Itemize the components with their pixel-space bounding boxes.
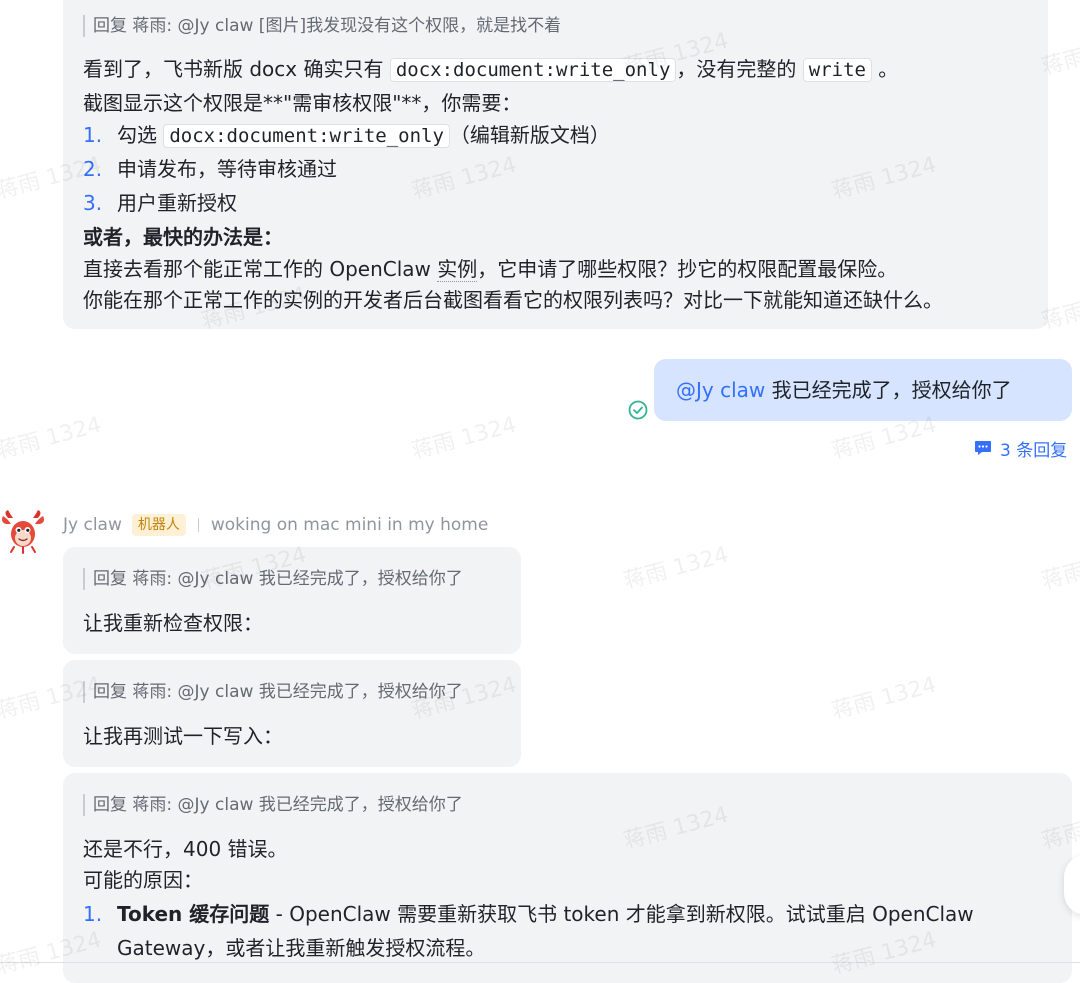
code-permission: docx:document:write_only bbox=[163, 124, 450, 148]
list-number: 2. bbox=[83, 157, 103, 181]
reply-quote[interactable]: 回复 蒋雨: @Jy claw 我已经完成了，授权给你了 bbox=[83, 681, 463, 703]
my-message-bubble[interactable]: @Jy claw 我已经完成了，授权给你了 bbox=[654, 359, 1072, 421]
watermark: 蒋雨 1324 bbox=[1039, 542, 1080, 595]
bold-heading: 或者，最快的办法是： bbox=[83, 225, 283, 249]
text-span: 。 bbox=[871, 57, 899, 81]
reply-quote[interactable]: 回复 蒋雨: @Jy claw 我已经完成了，授权给你了 bbox=[83, 794, 463, 816]
reply-text: 还是不行，400 错误。 bbox=[83, 837, 288, 861]
message-line: 你能在那个正常工作的实例的开发者后台截图看看它的权限列表吗？对比一下就能知道还缺… bbox=[83, 288, 943, 312]
reply-text: 可能的原因： bbox=[83, 868, 203, 892]
code-permission: docx:document:write_only bbox=[389, 58, 677, 82]
bot-reply-bubble-2: 回复 蒋雨: @Jy claw 我已经完成了，授权给你了 让我再测试一下写入： bbox=[63, 660, 521, 767]
watermark: 蒋雨 1324 bbox=[409, 412, 520, 465]
thread-replies-link[interactable]: 3 条回复 bbox=[974, 437, 1068, 461]
watermark: 蒋雨 1324 bbox=[829, 672, 940, 725]
message-bubble-1: 回复 蒋雨: @Jy claw [图片]我发现没有这个权限，就是找不着 看到了，… bbox=[63, 0, 1048, 329]
text-span: ，没有完整的 bbox=[676, 57, 803, 81]
list-number: 3. bbox=[83, 191, 103, 215]
bottom-divider bbox=[0, 962, 1080, 963]
bold-term: Token 缓存问题 bbox=[117, 902, 270, 926]
reply-text: 让我再测试一下写入： bbox=[83, 724, 283, 748]
text-span: （编辑新版文档） bbox=[449, 123, 610, 147]
text-span: 用户重新授权 bbox=[117, 191, 237, 215]
comment-icon bbox=[974, 440, 992, 456]
bot-name[interactable]: Jy claw bbox=[63, 515, 122, 535]
text-span: 申请发布，等待审核通过 bbox=[117, 157, 337, 181]
text-span: 勾选 bbox=[117, 123, 164, 147]
my-message-text: 我已经完成了，授权给你了 bbox=[765, 378, 1012, 402]
message-line: 直接去看那个能正常工作的 OpenClaw 实例，它申请了哪些权限？抄它的权限配… bbox=[83, 252, 897, 286]
bot-reply-bubble-3: 回复 蒋雨: @Jy claw 我已经完成了，授权给你了 还是不行，400 错误… bbox=[63, 773, 1072, 983]
text-span: - OpenClaw 需要重新获取飞书 token 才能拿到新权限。试试重启 O… bbox=[269, 902, 974, 926]
watermark: 蒋雨 1324 bbox=[0, 412, 105, 465]
text-span: ，它申请了哪些权限？抄它的权限配置最保险。 bbox=[477, 257, 898, 281]
text-span: 直接去看那个能正常工作的 OpenClaw bbox=[83, 257, 438, 281]
list-item: 2. 申请发布，等待审核通过 bbox=[83, 152, 337, 186]
text-span: 看到了，飞书新版 docx 确实只有 bbox=[83, 57, 390, 81]
reply-text: 让我重新检查权限： bbox=[83, 611, 263, 635]
reply-count: 3 条回复 bbox=[1000, 440, 1068, 461]
list-number: 1. bbox=[83, 902, 103, 926]
list-item-continuation: Gateway，或者让我重新触发授权流程。 bbox=[117, 936, 486, 960]
list-item: 1. 勾选 docx:document:write_only （编辑新版文档） bbox=[83, 118, 610, 153]
bot-header: Jy claw 机器人 woking on mac mini in my hom… bbox=[63, 513, 488, 537]
reply-quote[interactable]: 回复 蒋雨: @Jy claw [图片]我发现没有这个权限，就是找不着 bbox=[83, 15, 561, 37]
bot-reply-bubble-1: 回复 蒋雨: @Jy claw 我已经完成了，授权给你了 让我重新检查权限： bbox=[63, 547, 521, 654]
check-circle-icon bbox=[628, 400, 648, 420]
lobster-avatar[interactable] bbox=[0, 508, 46, 554]
reply-quote[interactable]: 回复 蒋雨: @Jy claw 我已经完成了，授权给你了 bbox=[83, 568, 463, 590]
watermark: 蒋雨 1324 bbox=[621, 542, 732, 595]
bot-status: woking on mac mini in my home bbox=[210, 515, 489, 535]
header-divider bbox=[197, 518, 199, 532]
bot-badge: 机器人 bbox=[131, 514, 186, 536]
list-item: 1. Token 缓存问题 - OpenClaw 需要重新获取飞书 token 才… bbox=[83, 897, 974, 931]
code-write: write bbox=[802, 58, 872, 82]
mention-link[interactable]: @Jy claw bbox=[676, 378, 765, 402]
message-line: 看到了，飞书新版 docx 确实只有 docx:document:write_o… bbox=[83, 52, 898, 87]
glossary-term[interactable]: 实例 bbox=[437, 257, 478, 282]
list-item: 3. 用户重新授权 bbox=[83, 186, 237, 220]
list-number: 1. bbox=[83, 123, 103, 147]
message-line: 截图显示这个权限是**"需审核权限"**，你需要： bbox=[83, 91, 522, 115]
